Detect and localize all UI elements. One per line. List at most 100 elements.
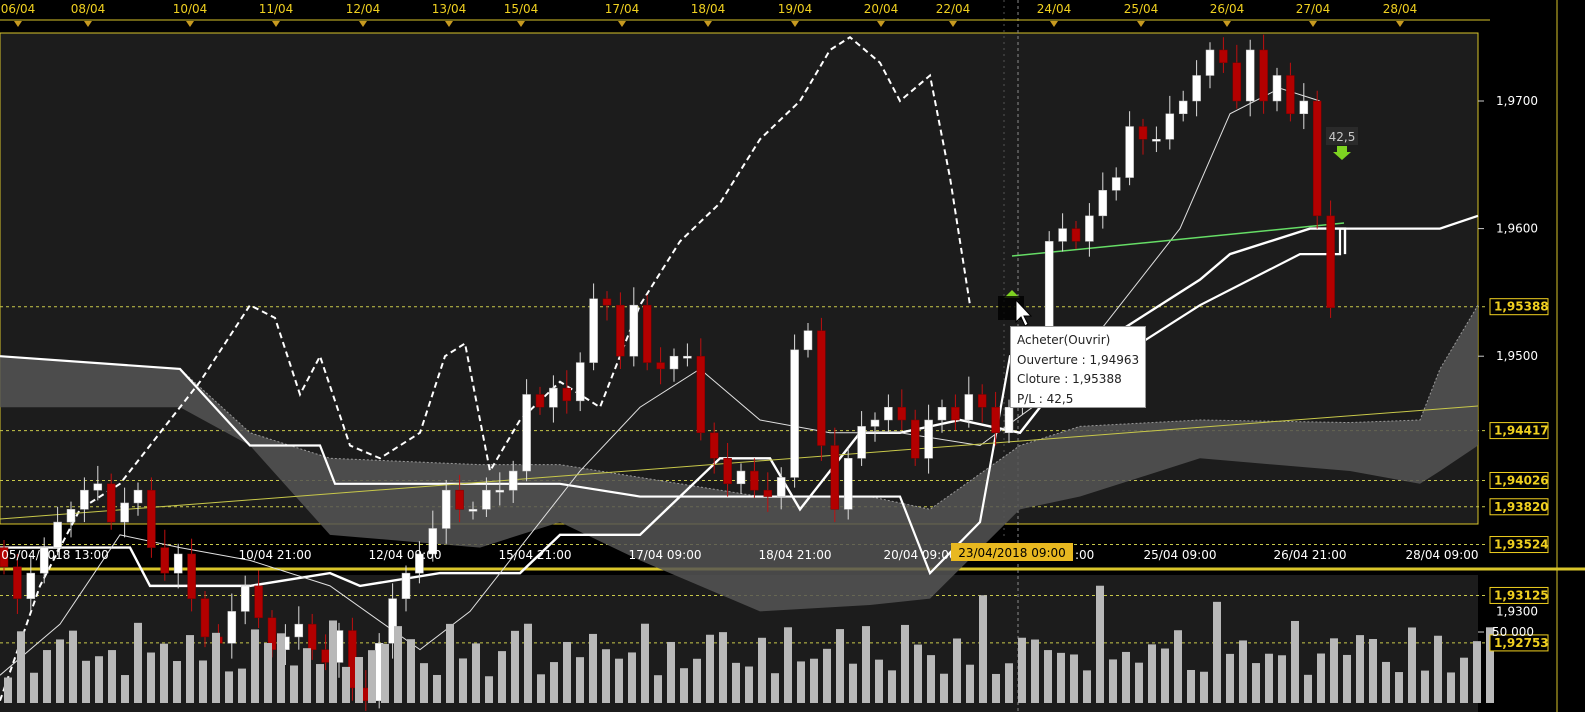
candle-body xyxy=(642,304,652,363)
volume-bar xyxy=(745,666,753,703)
candle-body xyxy=(80,489,89,510)
price-tag-label: 1,93820 xyxy=(1494,500,1549,514)
crosshair-date-label: 23/04/2018 09:00 xyxy=(958,546,1066,560)
candle-body xyxy=(1299,100,1309,115)
volume-bar xyxy=(134,622,142,703)
candle-body xyxy=(147,489,156,548)
top-date-label: 27/04 xyxy=(1296,2,1331,16)
volume-bar xyxy=(30,672,38,703)
volume-bar xyxy=(836,629,844,703)
candle-body xyxy=(750,470,759,491)
candle-body xyxy=(910,419,920,459)
volume-bar xyxy=(303,648,311,703)
volume-bar xyxy=(1057,652,1065,703)
candle-body xyxy=(857,426,866,459)
candle-body xyxy=(803,330,813,351)
candle-body xyxy=(897,406,907,421)
top-date-label: 13/04 xyxy=(432,2,467,16)
bottom-date-label: 10/04 21:00 xyxy=(239,548,312,562)
bottom-date-label: 05/04/2018 13:00 xyxy=(1,548,109,562)
bottom-date-label: 15/04 21:00 xyxy=(499,548,572,562)
candle-body xyxy=(1165,113,1175,140)
volume-bar xyxy=(4,677,12,703)
candle-body xyxy=(1312,100,1322,217)
volume-bar xyxy=(433,674,441,703)
top-date-label: 25/04 xyxy=(1124,2,1159,16)
volume-bar xyxy=(511,630,519,703)
volume-bar xyxy=(693,658,701,703)
candle-body xyxy=(723,458,732,485)
volume-bar xyxy=(420,663,428,703)
price-tag-label: 1,93524 xyxy=(1494,538,1549,552)
volume-bar xyxy=(1291,620,1299,703)
candle-body xyxy=(13,566,22,599)
forex-chart[interactable]: 06/04 08/04 10/04 11/04 12/04 13/04 15/04 17/04… xyxy=(0,0,1585,712)
volume-bar xyxy=(1395,672,1403,703)
top-date-label: 06/04 xyxy=(1,2,36,16)
volume-bar xyxy=(1330,638,1338,703)
volume-bar xyxy=(316,664,324,703)
price-tag-label: 1,94026 xyxy=(1494,473,1549,487)
candle-body xyxy=(1178,100,1188,115)
volume-bar xyxy=(459,658,467,703)
top-date-label: 08/04 xyxy=(71,2,106,16)
y-tick-label: 1,9600 xyxy=(1496,222,1538,236)
volume-bar xyxy=(1122,651,1130,703)
candle-body xyxy=(508,470,518,491)
candle-body xyxy=(1004,406,1014,434)
volume-bar xyxy=(1109,659,1117,703)
volume-bar xyxy=(498,651,506,703)
tooltip-line-close: Cloture : 1,95388 xyxy=(1017,372,1122,386)
volume-bar xyxy=(1356,635,1364,703)
volume-bar xyxy=(1304,674,1312,703)
candle-body xyxy=(830,445,840,510)
volume-bar xyxy=(1317,653,1325,703)
candle-body xyxy=(763,489,773,497)
bottom-date-label-fragment: :00 xyxy=(1075,548,1094,562)
tooltip-line-open: Ouverture : 1,94963 xyxy=(1017,352,1140,367)
candle-body xyxy=(776,477,786,497)
candle-body xyxy=(817,330,826,446)
volume-bar xyxy=(186,635,194,703)
volume-bar xyxy=(277,633,285,703)
candle-body xyxy=(669,355,679,370)
volume-bar xyxy=(1070,654,1078,703)
top-date-label: 11/04 xyxy=(259,2,294,16)
volume-bar xyxy=(862,626,870,703)
volume-bar xyxy=(69,630,77,703)
top-date-label: 19/04 xyxy=(778,2,813,16)
volume-bar xyxy=(992,673,1000,703)
volume-bar xyxy=(1421,670,1429,703)
candle-body xyxy=(549,387,558,408)
candle-body xyxy=(1098,190,1108,217)
volume-bar xyxy=(1044,650,1052,703)
top-date-label: 26/04 xyxy=(1210,2,1245,16)
candle-body xyxy=(1272,75,1282,102)
candle-body xyxy=(884,406,893,421)
price-tag-label: 1,94417 xyxy=(1494,424,1549,438)
candle-body xyxy=(629,304,639,357)
volume-bar xyxy=(1226,653,1234,703)
top-date-label: 22/04 xyxy=(936,2,971,16)
price-tag-label: 1,95388 xyxy=(1494,300,1549,314)
candle-body xyxy=(173,553,183,574)
volume-bar xyxy=(784,627,792,703)
candle-body xyxy=(1125,126,1134,178)
volume-bar xyxy=(355,657,363,703)
candle-body xyxy=(1085,215,1094,242)
volume-bar xyxy=(1005,663,1013,703)
candle-body xyxy=(1259,49,1268,102)
volume-bar xyxy=(485,676,493,703)
volume-bar xyxy=(888,670,896,703)
volume-bar xyxy=(563,641,571,703)
volume-bar xyxy=(771,673,779,703)
candle-body xyxy=(964,394,974,421)
volume-bar xyxy=(1473,641,1481,703)
pl-label: 42,5 xyxy=(1329,130,1356,144)
candle-body xyxy=(924,419,933,459)
volume-bar xyxy=(1096,585,1104,703)
candle-body xyxy=(482,489,491,510)
candle-body xyxy=(656,362,665,370)
volume-tick-label: 50 000 xyxy=(1492,625,1534,639)
volume-bar xyxy=(173,661,181,703)
